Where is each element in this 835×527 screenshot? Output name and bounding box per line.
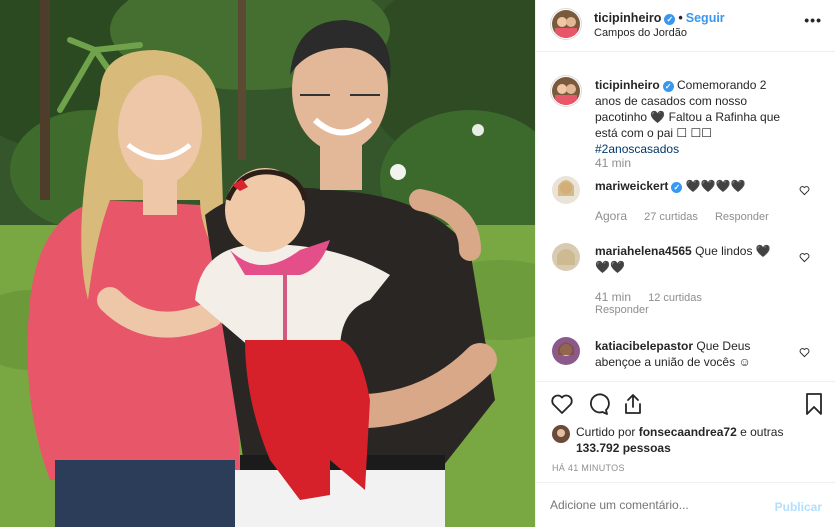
comment-body: 🖤🖤🖤🖤 (685, 179, 746, 193)
publish-button[interactable]: Publicar (775, 500, 822, 514)
comment-meta-2: Responder (595, 304, 663, 316)
comment-meta: 41 min 12 curtidas (595, 290, 716, 304)
verified-icon: ✓ (664, 14, 676, 25)
caption-text: ticipinheiro ✓ Comemorando 2 anos de casa… (595, 77, 795, 157)
separator-dot: • (678, 11, 683, 25)
comment-input[interactable] (550, 498, 750, 512)
comment-text: mariahelena4565 Que lindos 🖤🖤🖤 (595, 243, 780, 275)
post-actions: Curtido por fonsecaandrea72 e outras 133… (536, 381, 835, 479)
post-header: ticipinheiro ✓ • Seguir Campos do Jordão ••… (536, 0, 835, 52)
heart-icon[interactable] (799, 185, 810, 196)
comment-icon[interactable] (586, 392, 610, 416)
comment-username[interactable]: mariahelena4565 (595, 244, 692, 258)
liked-by-text: Curtido por fonsecaandrea72 e outras 133… (576, 424, 816, 456)
caption-username[interactable]: ticipinheiro (595, 78, 660, 92)
liker-username[interactable]: fonsecaandrea72 (639, 425, 737, 439)
hashtag-link[interactable]: #2anoscasados (595, 142, 679, 156)
caption-time[interactable]: 41 min (595, 156, 631, 170)
liker-avatar[interactable] (552, 425, 570, 443)
comment-text: mariweickert ✓ 🖤🖤🖤🖤 (595, 178, 795, 194)
post-photo[interactable] (0, 0, 535, 527)
follow-button[interactable]: Seguir (686, 11, 725, 25)
comment-meta: Agora 27 curtidas Responder (595, 209, 783, 223)
likes-suffix[interactable]: pessoas (619, 441, 671, 455)
post-side-panel: ticipinheiro ✓ • Seguir Campos do Jordão ••… (535, 0, 835, 527)
heart-icon[interactable] (799, 252, 810, 263)
reply-button[interactable]: Responder (715, 211, 769, 223)
caption-emoji-boxes: ☐ ☐☐ (676, 126, 712, 140)
comment-username[interactable]: mariweickert (595, 179, 668, 193)
heart-icon[interactable] (550, 392, 574, 416)
commenter-avatar[interactable] (552, 243, 580, 271)
add-comment-bar: Publicar (536, 482, 835, 527)
comment-likes[interactable]: 27 curtidas (644, 211, 698, 223)
commenter-avatar[interactable] (552, 176, 580, 204)
author-username[interactable]: ticipinheiro (594, 11, 661, 25)
reply-button[interactable]: Responder (595, 304, 649, 316)
comment-username[interactable]: katiacibelepastor (595, 339, 693, 353)
liked-prefix: Curtido por (576, 425, 639, 439)
more-options-icon[interactable]: ••• (804, 12, 822, 28)
comment-time[interactable]: 41 min (595, 290, 631, 304)
author-avatar[interactable] (552, 10, 580, 38)
verified-icon: ✓ (671, 182, 683, 193)
family-photo-illustration (0, 0, 535, 527)
verified-icon: ✓ (662, 81, 674, 92)
post-timestamp[interactable]: HÁ 41 MINUTOS (552, 463, 625, 473)
share-icon[interactable] (621, 392, 645, 416)
location-link[interactable]: Campos do Jordão (594, 27, 687, 39)
author-line: ticipinheiro ✓ • Seguir (594, 11, 725, 25)
liked-middle: e outras (736, 425, 784, 439)
heart-icon[interactable] (799, 347, 810, 358)
likes-count[interactable]: 133.792 (576, 441, 619, 455)
comment-time[interactable]: Agora (595, 209, 627, 223)
comment-text: katiacibelepastor Que Deus abençoe a uni… (595, 338, 780, 370)
comments-list[interactable]: ticipinheiro ✓ Comemorando 2 anos de casa… (536, 53, 835, 381)
caption-avatar[interactable] (552, 77, 580, 105)
commenter-avatar[interactable] (552, 337, 580, 365)
bookmark-icon[interactable] (802, 392, 826, 416)
comment-likes[interactable]: 12 curtidas (648, 292, 702, 304)
caption-meta: 41 min (595, 156, 645, 170)
